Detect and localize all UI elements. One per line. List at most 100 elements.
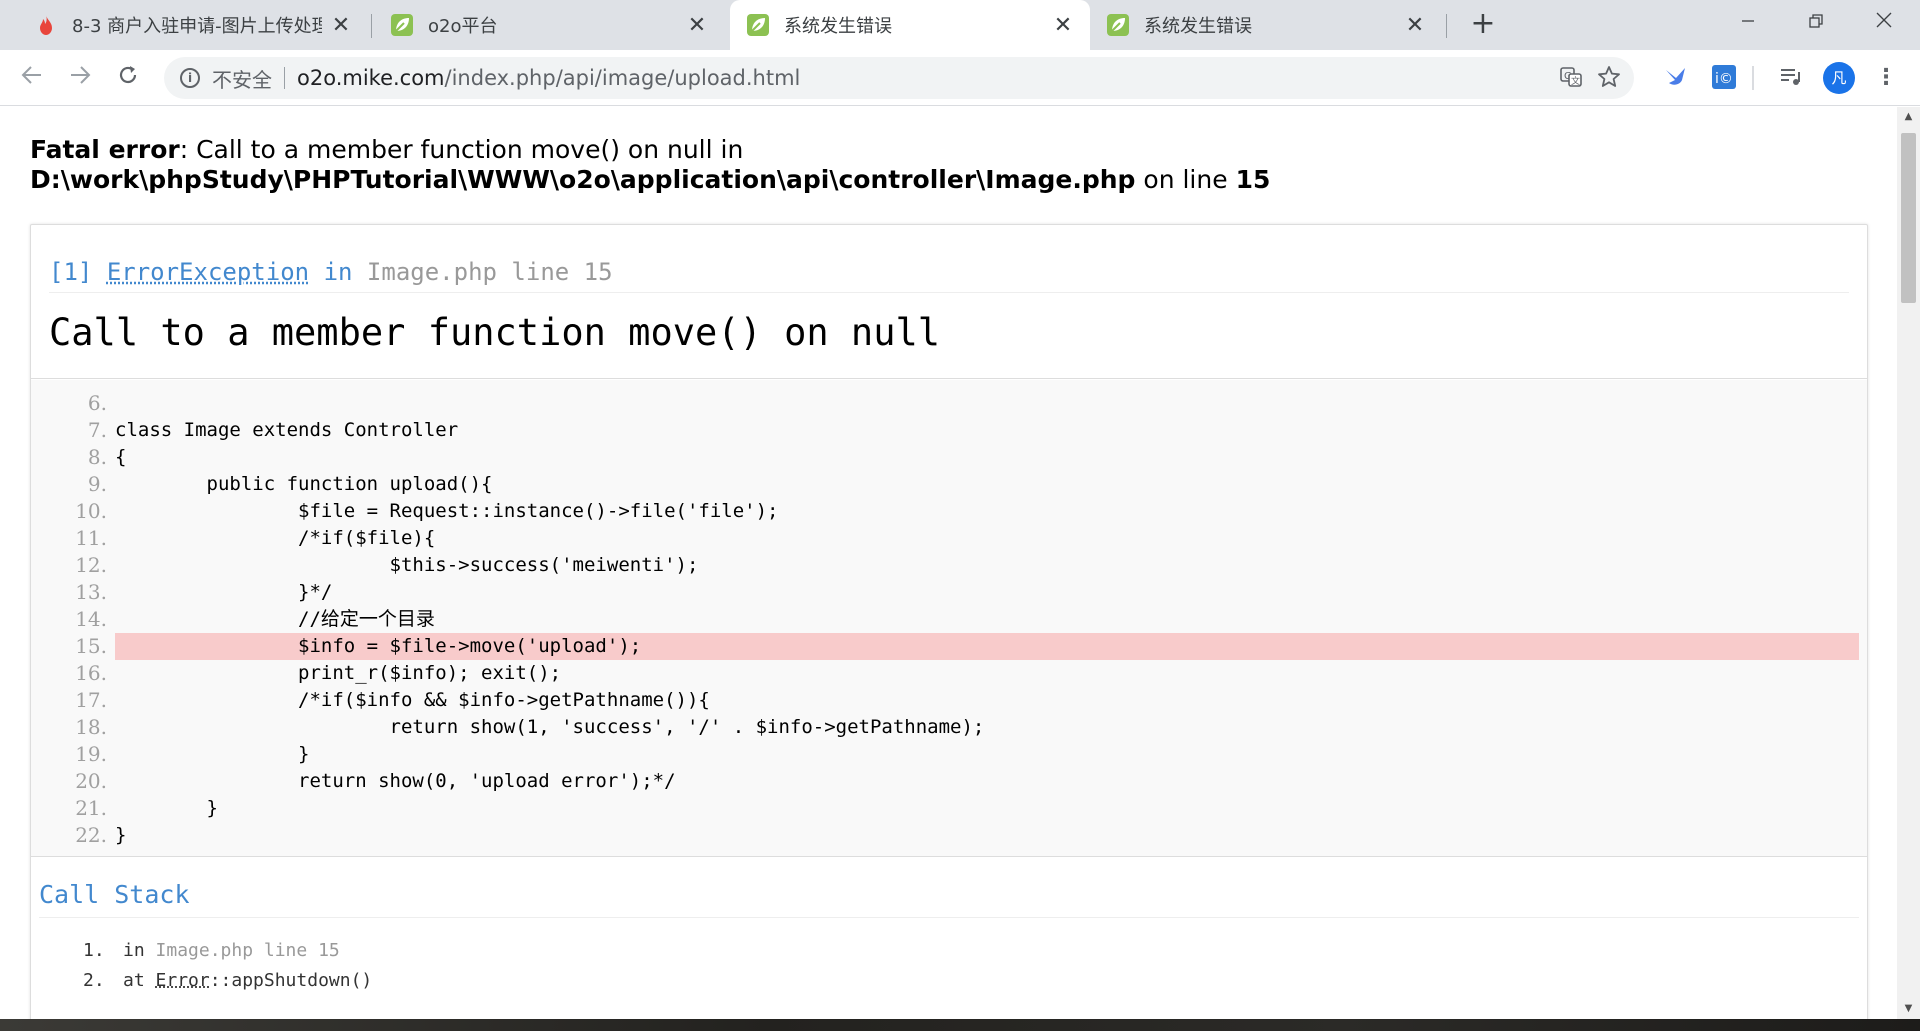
info-icon[interactable]: i [180, 68, 200, 88]
bookmark-star-icon[interactable] [1596, 65, 1622, 91]
flame-icon [34, 13, 58, 37]
line-number: 11. [75, 526, 107, 550]
exception-in-label: in [323, 258, 353, 286]
source-line: 22.} [31, 822, 1867, 849]
exception-class-link[interactable]: ErrorException [107, 258, 309, 286]
url-host: o2o.mike.com [297, 66, 445, 90]
minimize-button[interactable] [1720, 0, 1776, 44]
on-line-label: on line [1135, 165, 1236, 194]
source-line: 18. return show(1, 'success', '/' . $inf… [31, 714, 1867, 741]
leaf-icon [1106, 13, 1130, 37]
tab-shop-application[interactable]: 8-3 商户入驻申请-图片上传处理 ✕ [18, 0, 368, 50]
source-line: 20. return show(0, 'upload error');*/ [31, 768, 1867, 795]
new-tab-button[interactable]: + [1466, 8, 1500, 42]
scroll-down-arrow-icon[interactable]: ▼ [1897, 999, 1920, 1019]
source-line: 7. class Image extends Controller [31, 417, 1867, 444]
line-code: $this->success('meiwenti'); [115, 554, 699, 576]
tab-o2o-platform[interactable]: o2o平台 ✕ [374, 0, 724, 50]
tab-system-error-active[interactable]: 系统发生错误 ✕ [730, 0, 1090, 50]
restore-button[interactable] [1788, 0, 1844, 44]
media-queue-icon[interactable] [1776, 64, 1804, 92]
close-icon[interactable]: ✕ [1052, 13, 1074, 38]
line-code: class Image extends Controller [115, 419, 459, 441]
call-stack-class-link[interactable]: Error [156, 970, 210, 991]
exception-panel: [1] ErrorException in Image.php line 15 … [30, 224, 1868, 1019]
line-code: /*if($info && $info->getPathname()){ [115, 689, 710, 711]
line-number: 16. [75, 661, 107, 685]
call-stack-prefix: at [123, 970, 156, 991]
line-code: //给定一个目录 [115, 608, 435, 630]
line-number: 12. [75, 553, 107, 577]
source-line: 8. { [31, 444, 1867, 471]
source-line: 10. $file = Request::instance()->file('f… [31, 498, 1867, 525]
call-stack-title: Call Stack [39, 880, 1859, 918]
tab-title: 8-3 商户入驻申请-图片上传处理 [72, 16, 322, 37]
translate-icon[interactable]: G文 [1558, 65, 1584, 91]
line-number: 19. [75, 742, 107, 766]
arrow-left-icon [21, 66, 41, 84]
line-code: print_r($info); exit(); [115, 662, 562, 684]
source-line: 19. } [31, 741, 1867, 768]
more-menu-icon[interactable]: ⋮ [1872, 62, 1900, 94]
line-number: 6. [87, 391, 107, 415]
call-stack-prefix: in [123, 940, 156, 961]
page-scrollbar[interactable]: ▲ ▼ [1897, 107, 1920, 1019]
close-icon[interactable]: ✕ [330, 13, 352, 38]
call-stack-location: ::appShutdown() [209, 970, 373, 991]
source-line: 21. } [31, 795, 1867, 822]
url-text[interactable]: o2o.mike.com/index.php/api/image/upload.… [297, 66, 800, 90]
exception-header: [1] ErrorException in Image.php line 15 [49, 258, 1849, 293]
exception-index: [1] [49, 258, 93, 286]
line-code: } [115, 824, 127, 846]
svg-text:i©: i© [1715, 71, 1733, 87]
insecure-label[interactable]: 不安全 [212, 64, 272, 93]
line-number: 22. [75, 823, 107, 847]
line-code: { [115, 446, 127, 468]
source-line: 14. //给定一个目录 [31, 606, 1867, 633]
svg-text:文: 文 [1571, 75, 1580, 87]
line-number: 21. [75, 796, 107, 820]
toolbar-divider [1752, 66, 1754, 90]
translator-extension-icon[interactable]: i© [1710, 64, 1738, 92]
profile-avatar[interactable]: 凡 [1823, 62, 1855, 94]
url-path: /index.php/api/image/upload.html [444, 66, 801, 90]
page-viewport: Fatal error: Call to a member function m… [0, 107, 1897, 1019]
call-stack-item: 1. in Image.php line 15 [83, 936, 1859, 966]
tab-separator [371, 14, 372, 38]
line-number: 7. [87, 418, 107, 442]
line-number: 13. [75, 580, 107, 604]
scroll-thumb[interactable] [1901, 133, 1916, 303]
call-stack-location: Image.php line 15 [155, 940, 340, 961]
leaf-icon [746, 13, 770, 37]
source-line: 12. $this->success('meiwenti'); [31, 552, 1867, 579]
minimize-icon [1742, 20, 1754, 22]
line-number: 18. [75, 715, 107, 739]
line-number: 17. [75, 688, 107, 712]
call-stack-item: 2. at Error::appShutdown() [83, 966, 1859, 996]
close-icon[interactable]: ✕ [686, 13, 708, 38]
exception-info: [1] ErrorException in Image.php line 15 … [31, 225, 1867, 379]
close-icon[interactable]: ✕ [1404, 13, 1426, 38]
scroll-up-arrow-icon[interactable]: ▲ [1897, 107, 1920, 127]
line-code: return show(0, 'upload error');*/ [115, 770, 676, 792]
source-line: 9. public function upload(){ [31, 471, 1867, 498]
os-taskbar [0, 1019, 1920, 1031]
window-close-button[interactable] [1856, 0, 1912, 44]
call-stack-list: 1. in Image.php line 15 2. at Error::appShu… [83, 936, 1859, 996]
line-number: 20. [75, 769, 107, 793]
line-number: 14. [75, 607, 107, 631]
line-code: public function upload(){ [115, 473, 493, 495]
leaf-icon [390, 13, 414, 37]
source-line: 6. [31, 390, 1867, 417]
line-code: } [115, 743, 310, 765]
reload-button[interactable] [110, 60, 146, 96]
fatal-error-label: Fatal error [30, 135, 180, 164]
omnibox-divider [284, 67, 285, 89]
bird-extension-icon[interactable] [1662, 64, 1690, 92]
address-bar[interactable]: i 不安全 o2o.mike.com/index.php/api/image/u… [164, 57, 1634, 99]
source-line: 13. }*/ [31, 579, 1867, 606]
forward-button[interactable] [62, 60, 98, 96]
back-button[interactable] [14, 60, 50, 96]
call-stack: Call Stack 1. in Image.php line 15 2. at Er… [31, 858, 1867, 996]
tab-system-error[interactable]: 系统发生错误 ✕ [1090, 0, 1442, 50]
